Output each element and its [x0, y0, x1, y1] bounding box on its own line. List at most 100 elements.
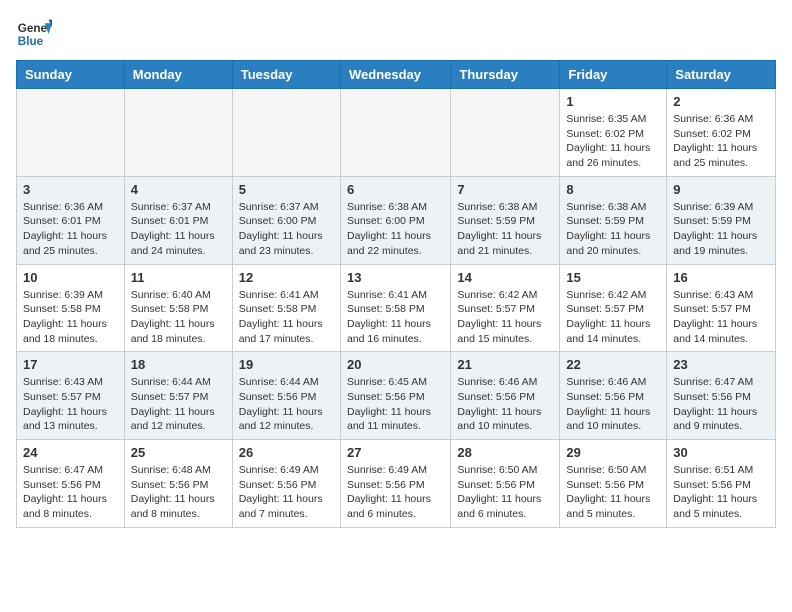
- day-number: 5: [239, 182, 334, 197]
- day-number: 26: [239, 445, 334, 460]
- calendar-cell: 9 Sunrise: 6:39 AM Sunset: 5:59 PM Daylig…: [667, 176, 776, 264]
- day-info: Sunrise: 6:43 AM Sunset: 5:57 PM Dayligh…: [673, 288, 769, 347]
- calendar-cell: 15Sunrise: 6:42 AM Sunset: 5:57 PM Dayli…: [560, 264, 667, 352]
- day-number: 8: [566, 182, 660, 197]
- calendar-cell: 3 Sunrise: 6:36 AM Sunset: 6:01 PM Daylig…: [17, 176, 125, 264]
- calendar-cell: 13 Sunrise: 6:41 AM Sunset: 5:58 PM Dayli…: [340, 264, 450, 352]
- day-info: Sunrise: 6:36 AM Sunset: 6:02 PM Dayligh…: [673, 112, 769, 171]
- calendar-week-3: 10 Sunrise: 6:39 AM Sunset: 5:58 PM Dayli…: [17, 264, 776, 352]
- day-info: Sunrise: 6:44 AM Sunset: 5:56 PM Dayligh…: [239, 375, 334, 434]
- day-info: Sunrise: 6:39 AM Sunset: 5:59 PM Dayligh…: [673, 200, 769, 259]
- calendar-cell: 11Sunrise: 6:40 AM Sunset: 5:58 PM Dayli…: [124, 264, 232, 352]
- calendar-cell: 18 Sunrise: 6:44 AM Sunset: 5:57 PM Dayli…: [124, 352, 232, 440]
- day-number: 19: [239, 357, 334, 372]
- day-number: 30: [673, 445, 769, 460]
- calendar-cell: 27 Sunrise: 6:49 AM Sunset: 5:56 PM Dayli…: [340, 440, 450, 528]
- calendar-cell: 16 Sunrise: 6:43 AM Sunset: 5:57 PM Dayli…: [667, 264, 776, 352]
- day-number: 10: [23, 270, 118, 285]
- calendar-cell: 7Sunrise: 6:38 AM Sunset: 5:59 PM Daylig…: [451, 176, 560, 264]
- day-number: 1: [566, 94, 660, 109]
- day-number: 29: [566, 445, 660, 460]
- day-number: 21: [457, 357, 553, 372]
- calendar-cell: 10 Sunrise: 6:39 AM Sunset: 5:58 PM Dayli…: [17, 264, 125, 352]
- col-header-sunday: Sunday: [17, 61, 125, 89]
- day-info: Sunrise: 6:47 AM Sunset: 5:56 PM Dayligh…: [673, 375, 769, 434]
- day-info: Sunrise: 6:44 AM Sunset: 5:57 PM Dayligh…: [131, 375, 226, 434]
- calendar-cell: 24Sunrise: 6:47 AM Sunset: 5:56 PM Dayli…: [17, 440, 125, 528]
- calendar-cell: [451, 89, 560, 177]
- day-number: 16: [673, 270, 769, 285]
- logo-icon: General Blue: [16, 16, 52, 52]
- day-info: Sunrise: 6:41 AM Sunset: 5:58 PM Dayligh…: [347, 288, 444, 347]
- day-number: 15: [566, 270, 660, 285]
- logo: General Blue: [16, 16, 52, 52]
- day-info: Sunrise: 6:35 AM Sunset: 6:02 PM Dayligh…: [566, 112, 660, 171]
- calendar-cell: 19 Sunrise: 6:44 AM Sunset: 5:56 PM Dayli…: [232, 352, 340, 440]
- day-info: Sunrise: 6:40 AM Sunset: 5:58 PM Dayligh…: [131, 288, 226, 347]
- day-number: 13: [347, 270, 444, 285]
- day-info: Sunrise: 6:49 AM Sunset: 5:56 PM Dayligh…: [347, 463, 444, 522]
- svg-text:Blue: Blue: [18, 35, 44, 48]
- day-info: Sunrise: 6:43 AM Sunset: 5:57 PM Dayligh…: [23, 375, 118, 434]
- day-info: Sunrise: 6:38 AM Sunset: 6:00 PM Dayligh…: [347, 200, 444, 259]
- day-number: 23: [673, 357, 769, 372]
- day-info: Sunrise: 6:47 AM Sunset: 5:56 PM Dayligh…: [23, 463, 118, 522]
- day-number: 6: [347, 182, 444, 197]
- day-number: 2: [673, 94, 769, 109]
- calendar-cell: 1 Sunrise: 6:35 AM Sunset: 6:02 PM Daylig…: [560, 89, 667, 177]
- calendar-week-1: 1 Sunrise: 6:35 AM Sunset: 6:02 PM Daylig…: [17, 89, 776, 177]
- day-number: 7: [457, 182, 553, 197]
- page-header: General Blue: [16, 16, 776, 52]
- day-info: Sunrise: 6:38 AM Sunset: 5:59 PM Dayligh…: [566, 200, 660, 259]
- calendar-cell: 2 Sunrise: 6:36 AM Sunset: 6:02 PM Daylig…: [667, 89, 776, 177]
- day-number: 4: [131, 182, 226, 197]
- col-header-saturday: Saturday: [667, 61, 776, 89]
- day-number: 17: [23, 357, 118, 372]
- day-info: Sunrise: 6:49 AM Sunset: 5:56 PM Dayligh…: [239, 463, 334, 522]
- calendar-cell: 4Sunrise: 6:37 AM Sunset: 6:01 PM Daylig…: [124, 176, 232, 264]
- calendar-week-5: 24Sunrise: 6:47 AM Sunset: 5:56 PM Dayli…: [17, 440, 776, 528]
- calendar-cell: 30 Sunrise: 6:51 AM Sunset: 5:56 PM Dayli…: [667, 440, 776, 528]
- calendar-cell: 6 Sunrise: 6:38 AM Sunset: 6:00 PM Daylig…: [340, 176, 450, 264]
- day-info: Sunrise: 6:51 AM Sunset: 5:56 PM Dayligh…: [673, 463, 769, 522]
- calendar-cell: 17 Sunrise: 6:43 AM Sunset: 5:57 PM Dayli…: [17, 352, 125, 440]
- calendar-week-2: 3 Sunrise: 6:36 AM Sunset: 6:01 PM Daylig…: [17, 176, 776, 264]
- day-info: Sunrise: 6:39 AM Sunset: 5:58 PM Dayligh…: [23, 288, 118, 347]
- calendar-cell: [232, 89, 340, 177]
- calendar-cell: [340, 89, 450, 177]
- calendar-cell: 28Sunrise: 6:50 AM Sunset: 5:56 PM Dayli…: [451, 440, 560, 528]
- calendar-cell: 5 Sunrise: 6:37 AM Sunset: 6:00 PM Daylig…: [232, 176, 340, 264]
- col-header-friday: Friday: [560, 61, 667, 89]
- calendar-cell: 22 Sunrise: 6:46 AM Sunset: 5:56 PM Dayli…: [560, 352, 667, 440]
- calendar-cell: 29 Sunrise: 6:50 AM Sunset: 5:56 PM Dayli…: [560, 440, 667, 528]
- day-info: Sunrise: 6:37 AM Sunset: 6:00 PM Dayligh…: [239, 200, 334, 259]
- calendar-cell: 12 Sunrise: 6:41 AM Sunset: 5:58 PM Dayli…: [232, 264, 340, 352]
- day-number: 22: [566, 357, 660, 372]
- day-number: 20: [347, 357, 444, 372]
- day-info: Sunrise: 6:36 AM Sunset: 6:01 PM Dayligh…: [23, 200, 118, 259]
- day-number: 3: [23, 182, 118, 197]
- day-number: 25: [131, 445, 226, 460]
- day-info: Sunrise: 6:45 AM Sunset: 5:56 PM Dayligh…: [347, 375, 444, 434]
- day-info: Sunrise: 6:41 AM Sunset: 5:58 PM Dayligh…: [239, 288, 334, 347]
- col-header-thursday: Thursday: [451, 61, 560, 89]
- calendar-cell: 21 Sunrise: 6:46 AM Sunset: 5:56 PM Dayli…: [451, 352, 560, 440]
- col-header-monday: Monday: [124, 61, 232, 89]
- day-number: 9: [673, 182, 769, 197]
- calendar-week-4: 17 Sunrise: 6:43 AM Sunset: 5:57 PM Dayli…: [17, 352, 776, 440]
- calendar-cell: 23 Sunrise: 6:47 AM Sunset: 5:56 PM Dayli…: [667, 352, 776, 440]
- day-info: Sunrise: 6:46 AM Sunset: 5:56 PM Dayligh…: [457, 375, 553, 434]
- calendar-table: SundayMondayTuesdayWednesdayThursdayFrid…: [16, 60, 776, 528]
- col-header-tuesday: Tuesday: [232, 61, 340, 89]
- calendar-cell: [124, 89, 232, 177]
- day-info: Sunrise: 6:48 AM Sunset: 5:56 PM Dayligh…: [131, 463, 226, 522]
- day-number: 18: [131, 357, 226, 372]
- day-info: Sunrise: 6:50 AM Sunset: 5:56 PM Dayligh…: [566, 463, 660, 522]
- day-info: Sunrise: 6:50 AM Sunset: 5:56 PM Dayligh…: [457, 463, 553, 522]
- day-number: 12: [239, 270, 334, 285]
- day-info: Sunrise: 6:46 AM Sunset: 5:56 PM Dayligh…: [566, 375, 660, 434]
- day-number: 27: [347, 445, 444, 460]
- calendar-header-row: SundayMondayTuesdayWednesdayThursdayFrid…: [17, 61, 776, 89]
- calendar-cell: 20 Sunrise: 6:45 AM Sunset: 5:56 PM Dayli…: [340, 352, 450, 440]
- day-info: Sunrise: 6:42 AM Sunset: 5:57 PM Dayligh…: [457, 288, 553, 347]
